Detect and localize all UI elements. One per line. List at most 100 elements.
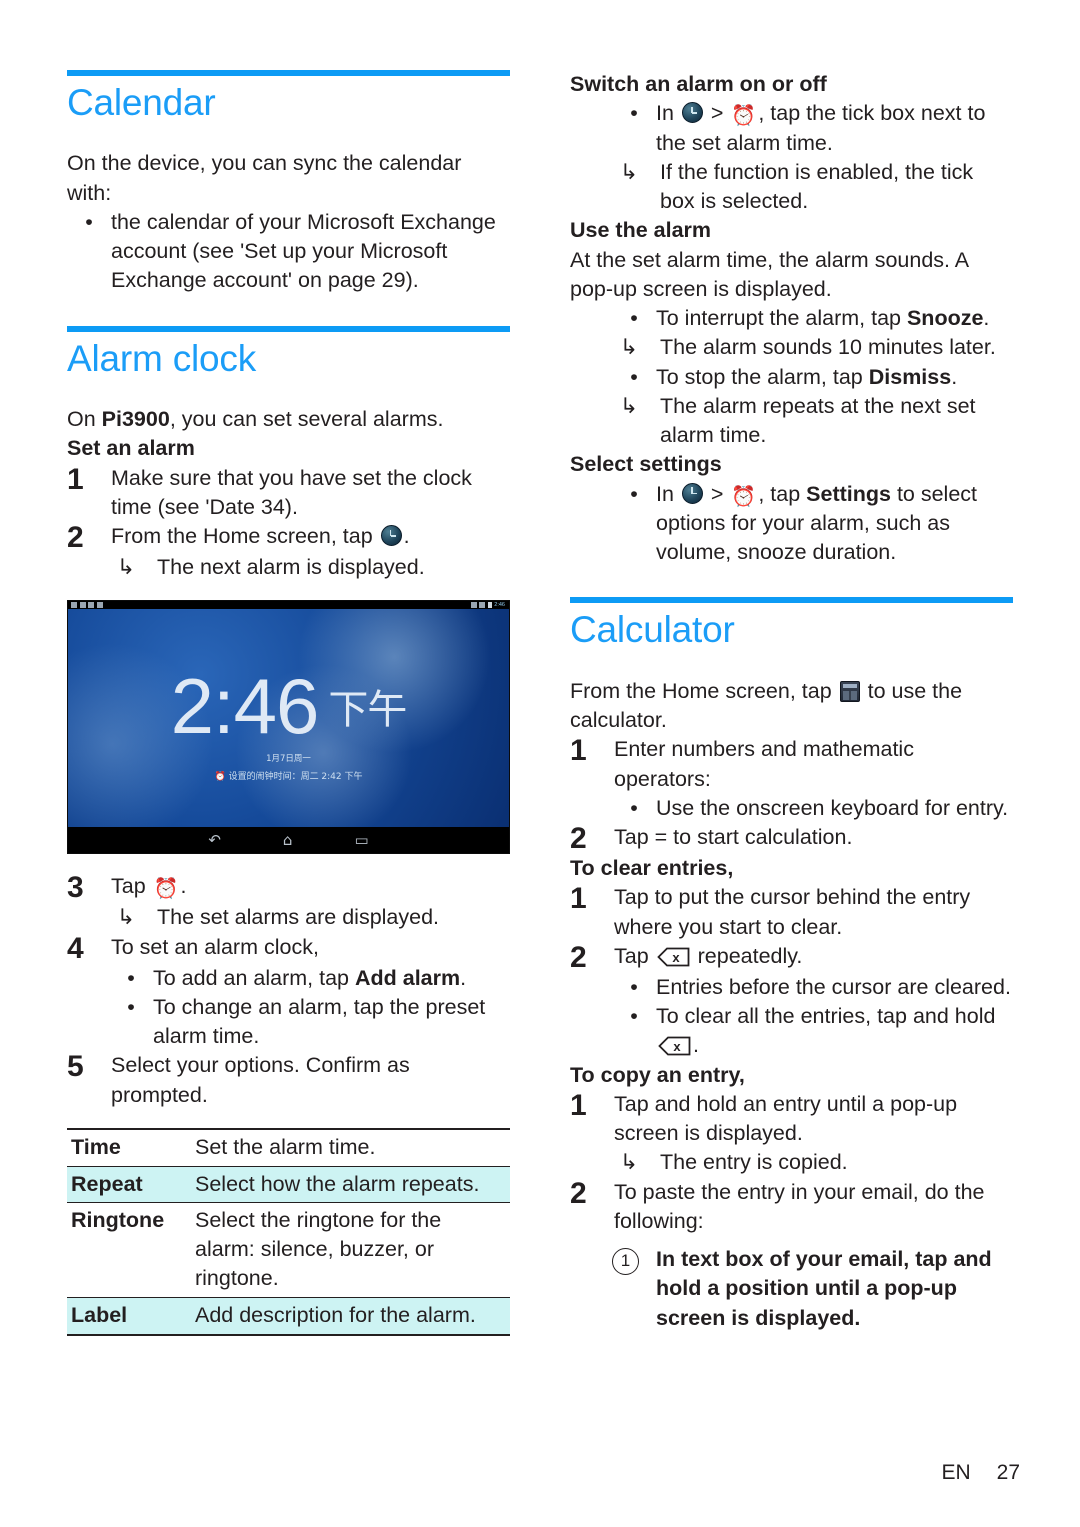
wifi-icon xyxy=(479,602,486,609)
backspace-icon: x xyxy=(658,1036,691,1056)
result-text: The entry is copied. xyxy=(660,1150,848,1175)
tablet-next-alarm: ⏰ 设置的闹钟时间：周二 2:42 下午 xyxy=(214,772,363,783)
snooze-button-label: Snooze xyxy=(906,306,984,331)
settings-mid: > xyxy=(704,481,730,506)
copy-entry-step-2: 2 To paste the entry in your email, do t… xyxy=(570,1178,1013,1236)
bullet-text: To interrupt the alarm, tap Snooze. xyxy=(656,304,1013,333)
step-text: Make sure that you have set the clock ti… xyxy=(111,465,472,519)
table-row: Repeat Select how the alarm repeats. xyxy=(67,1166,510,1204)
substep-text: In text box of your email, tap and hold … xyxy=(656,1247,992,1330)
status-bar-left-icons xyxy=(71,601,103,608)
clear-entries-step-1: 1 Tap to put the cursor behind the entry… xyxy=(570,883,1013,941)
select-settings-bullet-1: • In > ⏰, tap Settings to select options… xyxy=(612,480,1013,568)
svg-text:x: x xyxy=(673,1039,681,1054)
alarm-options-table: Time Set the alarm time. Repeat Select h… xyxy=(67,1127,510,1336)
alarm-clock-icon: ⏰ xyxy=(731,103,757,128)
calculator-section-rule xyxy=(570,597,1013,604)
switch-alarm-bullet-1: • In > ⏰, tap the tick box next to the s… xyxy=(612,99,1013,157)
result-text: The alarm sounds 10 minutes later. xyxy=(660,335,996,360)
alarm-model-name: Pi3900 xyxy=(101,407,170,432)
table-cell-value: Select how the alarm repeats. xyxy=(189,1166,510,1204)
calculator-icon xyxy=(839,680,860,702)
clock-ampm-value: 下午 xyxy=(328,687,407,734)
copy-entry-substep-1: 1 In text box of your email, tap and hol… xyxy=(612,1245,1013,1333)
step-number: 3 xyxy=(67,871,84,905)
bullet-icon: • xyxy=(630,101,638,126)
step-number: 2 xyxy=(570,940,587,974)
step-text: Tap = to start calculation. xyxy=(614,825,853,850)
calculator-step-1-bullet: • Use the onscreen keyboard for entry. xyxy=(612,794,1013,823)
calendar-intro: On the device, you can sync the calendar… xyxy=(67,151,462,205)
footer-language: EN xyxy=(941,1461,971,1484)
table-cell-key: Label xyxy=(67,1297,189,1336)
table-row: Label Add description for the alarm. xyxy=(67,1297,510,1336)
result-arrow-icon: ↳ xyxy=(620,159,639,184)
step-text: Enter numbers and mathematic operators: xyxy=(614,737,914,791)
switch-alarm-result: ↳ If the function is enabled, the tick b… xyxy=(612,158,1013,216)
tablet-navigation-bar: ↶ ⌂ ▭ xyxy=(68,827,509,854)
backspace-icon: x xyxy=(656,947,690,967)
step-number: 1 xyxy=(570,882,587,916)
result-text: The set alarms are displayed. xyxy=(157,905,440,930)
bullet-text: Use the onscreen keyboard for entry. xyxy=(656,795,1009,820)
right-column: Switch an alarm on or off • In > ⏰, tap … xyxy=(570,70,1013,1333)
to-copy-an-entry-heading: To copy an entry, xyxy=(570,1062,745,1087)
set-alarm-step-2-result: ↳ The next alarm is displayed. xyxy=(109,553,510,582)
use-the-alarm-heading: Use the alarm xyxy=(570,218,712,243)
bullet-text: To stop the alarm, tap Dismiss. xyxy=(656,363,1013,392)
result-arrow-icon: ↳ xyxy=(620,335,639,360)
clock-icon xyxy=(380,525,402,547)
dismiss-post: . xyxy=(951,364,958,389)
clear-entries-bullet-2: • To clear all the entries, tap and hold… xyxy=(612,1002,1013,1060)
bullet-text: To change an alarm, tap the preset alarm… xyxy=(153,994,486,1049)
clear-all-pre: To clear all the entries, tap and hold xyxy=(656,1004,996,1029)
copy-entry-result: ↳ The entry is copied. xyxy=(612,1148,1013,1177)
set-alarm-step-4-bullet-1: • To add an alarm, tap Add alarm. xyxy=(109,964,510,993)
result-text: The next alarm is displayed. xyxy=(157,555,425,580)
bullet-text: To clear all the entries, tap and hold x… xyxy=(656,1002,1013,1060)
result-arrow-icon: ↳ xyxy=(117,555,136,580)
switch-alarm-heading: Switch an alarm on or off xyxy=(570,72,827,96)
circled-number-icon: 1 xyxy=(612,1245,656,1276)
step-text: Tap to put the cursor behind the entry w… xyxy=(614,885,971,939)
bullet-icon: • xyxy=(85,209,93,234)
result-text: The alarm repeats at the next set alarm … xyxy=(660,393,976,448)
dismiss-pre: To stop the alarm, tap xyxy=(656,364,869,389)
step-number: 1 xyxy=(570,734,587,768)
step-text: Tap x repeatedly. xyxy=(614,942,1013,971)
copy-entry-step-1: 1 Tap and hold an entry until a pop-up s… xyxy=(570,1090,1013,1148)
set-alarm-step-4-bullet-2: • To change an alarm, tap the preset ala… xyxy=(109,993,510,1051)
table-cell-value: Set the alarm time. xyxy=(189,1127,510,1167)
table-cell-key: Ringtone xyxy=(67,1202,189,1298)
tablet-wallpaper: 2:46 下午 1月7日周一 ⏰ 设置的闹钟时间：周二 2:42 下午 xyxy=(68,609,509,828)
battery-icon xyxy=(487,602,492,609)
manual-page: Calendar On the device, you can sync the… xyxy=(0,0,1080,1527)
usb-icon xyxy=(88,601,94,608)
tablet-clock-date: 1月7日周一 xyxy=(266,754,311,765)
back-icon[interactable]: ↶ xyxy=(208,832,221,848)
calendar-section-rule xyxy=(67,70,510,76)
settings-post-pre: , tap xyxy=(758,481,807,506)
alarm-intro-post: , you can set several alarms. xyxy=(169,407,444,432)
set-alarm-step-3: 3 Tap ⏰. xyxy=(67,872,510,903)
clock-time-value: 2:46 xyxy=(170,662,320,751)
status-bar-right-icons: 2:46 xyxy=(470,602,505,609)
home-icon[interactable]: ⌂ xyxy=(283,832,293,848)
use-alarm-bullet-2: • To stop the alarm, tap Dismiss. xyxy=(612,363,1013,392)
clear2-post: repeatedly. xyxy=(691,943,803,968)
tablet-status-bar: 2:46 xyxy=(68,601,509,610)
bullet-icon: • xyxy=(127,994,135,1019)
dismiss-button-label: Dismiss xyxy=(868,364,952,389)
table-cell-value: Add description for the alarm. xyxy=(189,1297,510,1336)
calendar-bullet-1-text: the calendar of your Microsoft Exchange … xyxy=(111,209,496,293)
step-3-pre: Tap xyxy=(111,874,152,899)
step-2-post: . xyxy=(403,524,410,549)
bullet-icon: • xyxy=(127,965,135,990)
select-settings-heading: Select settings xyxy=(570,452,722,477)
mute-icon xyxy=(470,602,477,609)
recent-apps-icon[interactable]: ▭ xyxy=(354,832,368,848)
to-clear-entries-heading: To clear entries, xyxy=(570,856,734,881)
add-alarm-post: . xyxy=(460,965,467,990)
bullet-icon: • xyxy=(630,364,638,389)
calculator-intro: From the Home screen, tap to use the cal… xyxy=(570,677,1013,735)
